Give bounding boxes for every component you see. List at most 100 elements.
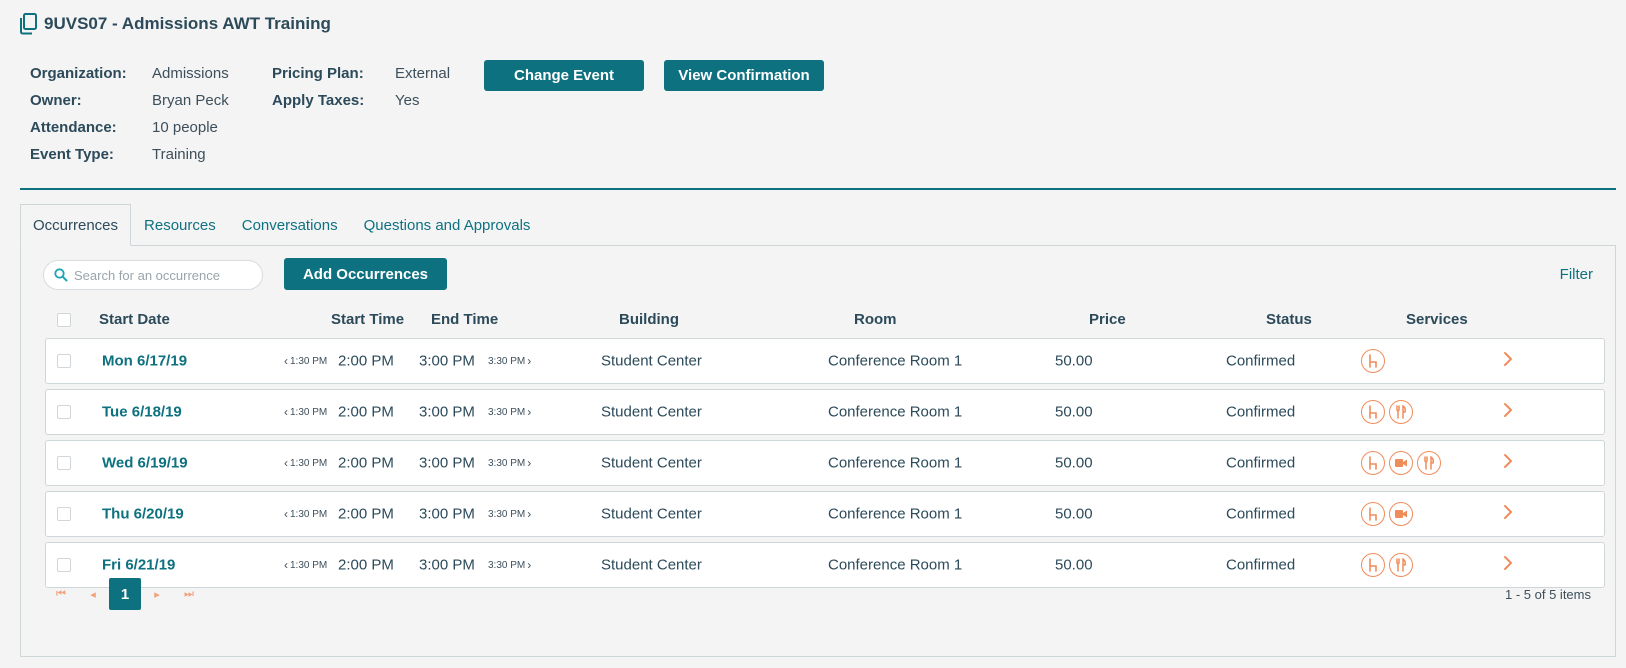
detail-organization: Organization: Admissions: [30, 65, 229, 82]
end-time: 3:00 PM: [419, 454, 475, 472]
chair-icon: [1361, 553, 1385, 577]
prev-time-link[interactable]: ‹ 1:30 PM: [284, 405, 327, 419]
video-icon: [1389, 502, 1413, 526]
table-row[interactable]: Mon 6/17/19 ‹ 1:30 PM 2:00 PM 3:00 PM 3:30 PM…: [45, 338, 1605, 384]
pagination-summary: 1 - 5 of 5 items: [1505, 587, 1591, 602]
prev-time-link[interactable]: ‹ 1:30 PM: [284, 507, 327, 521]
chair-icon: [1361, 502, 1385, 526]
filter-link[interactable]: Filter: [1560, 266, 1593, 283]
select-all-checkbox[interactable]: [57, 313, 71, 327]
prev-time-label: 1:30 PM: [290, 406, 328, 418]
row-expand-icon[interactable]: [1503, 453, 1513, 473]
page-number-current[interactable]: 1: [109, 578, 141, 610]
tab-occurrences[interactable]: Occurrences: [20, 204, 132, 246]
change-event-button[interactable]: Change Event: [484, 60, 644, 91]
first-page-icon[interactable]: ⏮: [45, 578, 77, 610]
price-cell: 50.00: [1055, 352, 1093, 370]
search-input[interactable]: [74, 267, 254, 283]
chair-icon: [1361, 451, 1385, 475]
page-header: 9UVS07 - Admissions AWT Training: [18, 12, 331, 36]
utensils-icon: [1389, 553, 1413, 577]
occurrence-date-link[interactable]: Wed 6/19/19: [102, 455, 188, 472]
add-occurrences-button[interactable]: Add Occurrences: [284, 258, 447, 290]
building-cell: Student Center: [601, 352, 702, 370]
next-time-link[interactable]: 3:30 PM ›: [488, 456, 531, 470]
search-box[interactable]: [43, 260, 263, 290]
start-time: 2:00 PM: [338, 352, 394, 370]
building-cell: Student Center: [601, 454, 702, 472]
row-expand-icon[interactable]: [1503, 555, 1513, 575]
status-cell: Confirmed: [1226, 556, 1296, 574]
chevron-right-icon: ›: [527, 507, 532, 521]
table-header: Start Date Start Time End Time Building …: [21, 308, 1615, 332]
start-time: 2:00 PM: [338, 556, 394, 574]
prev-time-label: 1:30 PM: [290, 457, 328, 469]
services-cell: [1361, 400, 1413, 424]
chevron-left-icon: ‹: [284, 558, 288, 572]
room-cell: Conference Room 1: [828, 556, 963, 574]
video-icon: [1389, 451, 1413, 475]
status-cell: Confirmed: [1226, 403, 1296, 421]
utensils-icon: [1389, 400, 1413, 424]
row-checkbox[interactable]: [57, 354, 71, 368]
occurrence-date-link[interactable]: Tue 6/18/19: [102, 404, 182, 421]
end-time: 3:00 PM: [419, 352, 475, 370]
row-checkbox[interactable]: [57, 558, 71, 572]
col-room[interactable]: Room: [854, 311, 897, 328]
occurrence-date-link[interactable]: Mon 6/17/19: [102, 353, 187, 370]
table-row[interactable]: Thu 6/20/19 ‹ 1:30 PM 2:00 PM 3:00 PM 3:30 PM…: [45, 491, 1605, 537]
row-expand-icon[interactable]: [1503, 402, 1513, 422]
col-building[interactable]: Building: [619, 311, 679, 328]
start-time: 2:00 PM: [338, 403, 394, 421]
row-checkbox[interactable]: [57, 507, 71, 521]
occurrence-list: Mon 6/17/19 ‹ 1:30 PM 2:00 PM 3:00 PM 3:30 PM…: [45, 338, 1605, 593]
tab-questions-and-approvals[interactable]: Questions and Approvals: [351, 204, 544, 246]
services-cell: [1361, 502, 1413, 526]
tab-conversations[interactable]: Conversations: [229, 204, 351, 246]
occurrence-date-link[interactable]: Fri 6/21/19: [102, 557, 175, 574]
col-status[interactable]: Status: [1266, 311, 1312, 328]
header-divider: [20, 188, 1616, 190]
prev-time-link[interactable]: ‹ 1:30 PM: [284, 354, 327, 368]
next-time-link[interactable]: 3:30 PM ›: [488, 507, 531, 521]
last-page-icon[interactable]: ⏭: [173, 578, 205, 610]
col-start-date[interactable]: Start Date: [99, 311, 170, 328]
next-time-label: 3:30 PM: [488, 508, 526, 520]
chevron-right-icon: ›: [527, 558, 532, 572]
next-page-icon[interactable]: ▸: [141, 578, 173, 610]
prev-time-link[interactable]: ‹ 1:30 PM: [284, 456, 327, 470]
next-time-label: 3:30 PM: [488, 559, 526, 571]
price-cell: 50.00: [1055, 403, 1093, 421]
chair-icon: [1361, 349, 1385, 373]
start-time: 2:00 PM: [338, 454, 394, 472]
tab-resources[interactable]: Resources: [131, 204, 229, 246]
room-cell: Conference Room 1: [828, 505, 963, 523]
table-row[interactable]: Fri 6/21/19 ‹ 1:30 PM 2:00 PM 3:00 PM 3:30 PM…: [45, 542, 1605, 588]
prev-time-link[interactable]: ‹ 1:30 PM: [284, 558, 327, 572]
prev-time-label: 1:30 PM: [290, 508, 328, 520]
row-expand-icon[interactable]: [1503, 351, 1513, 371]
table-row[interactable]: Tue 6/18/19 ‹ 1:30 PM 2:00 PM 3:00 PM 3:30 PM…: [45, 389, 1605, 435]
row-checkbox[interactable]: [57, 456, 71, 470]
start-time: 2:00 PM: [338, 505, 394, 523]
col-services: Services: [1406, 311, 1468, 328]
col-end-time[interactable]: End Time: [431, 311, 498, 328]
status-cell: Confirmed: [1226, 352, 1296, 370]
view-confirmation-button[interactable]: View Confirmation: [664, 60, 824, 91]
utensils-icon: [1417, 451, 1441, 475]
next-time-label: 3:30 PM: [488, 406, 526, 418]
next-time-label: 3:30 PM: [488, 457, 526, 469]
occurrence-date-link[interactable]: Thu 6/20/19: [102, 506, 184, 523]
event-details-mid: Pricing Plan: External Apply Taxes: Yes: [272, 60, 450, 114]
prev-page-icon[interactable]: ◂: [77, 578, 109, 610]
row-checkbox[interactable]: [57, 405, 71, 419]
next-time-link[interactable]: 3:30 PM ›: [488, 354, 531, 368]
col-start-time[interactable]: Start Time: [331, 311, 404, 328]
row-expand-icon[interactable]: [1503, 504, 1513, 524]
table-row[interactable]: Wed 6/19/19 ‹ 1:30 PM 2:00 PM 3:00 PM 3:30 PM…: [45, 440, 1605, 486]
end-time: 3:00 PM: [419, 505, 475, 523]
next-time-link[interactable]: 3:30 PM ›: [488, 405, 531, 419]
room-cell: Conference Room 1: [828, 454, 963, 472]
col-price[interactable]: Price: [1089, 311, 1126, 328]
next-time-link[interactable]: 3:30 PM ›: [488, 558, 531, 572]
